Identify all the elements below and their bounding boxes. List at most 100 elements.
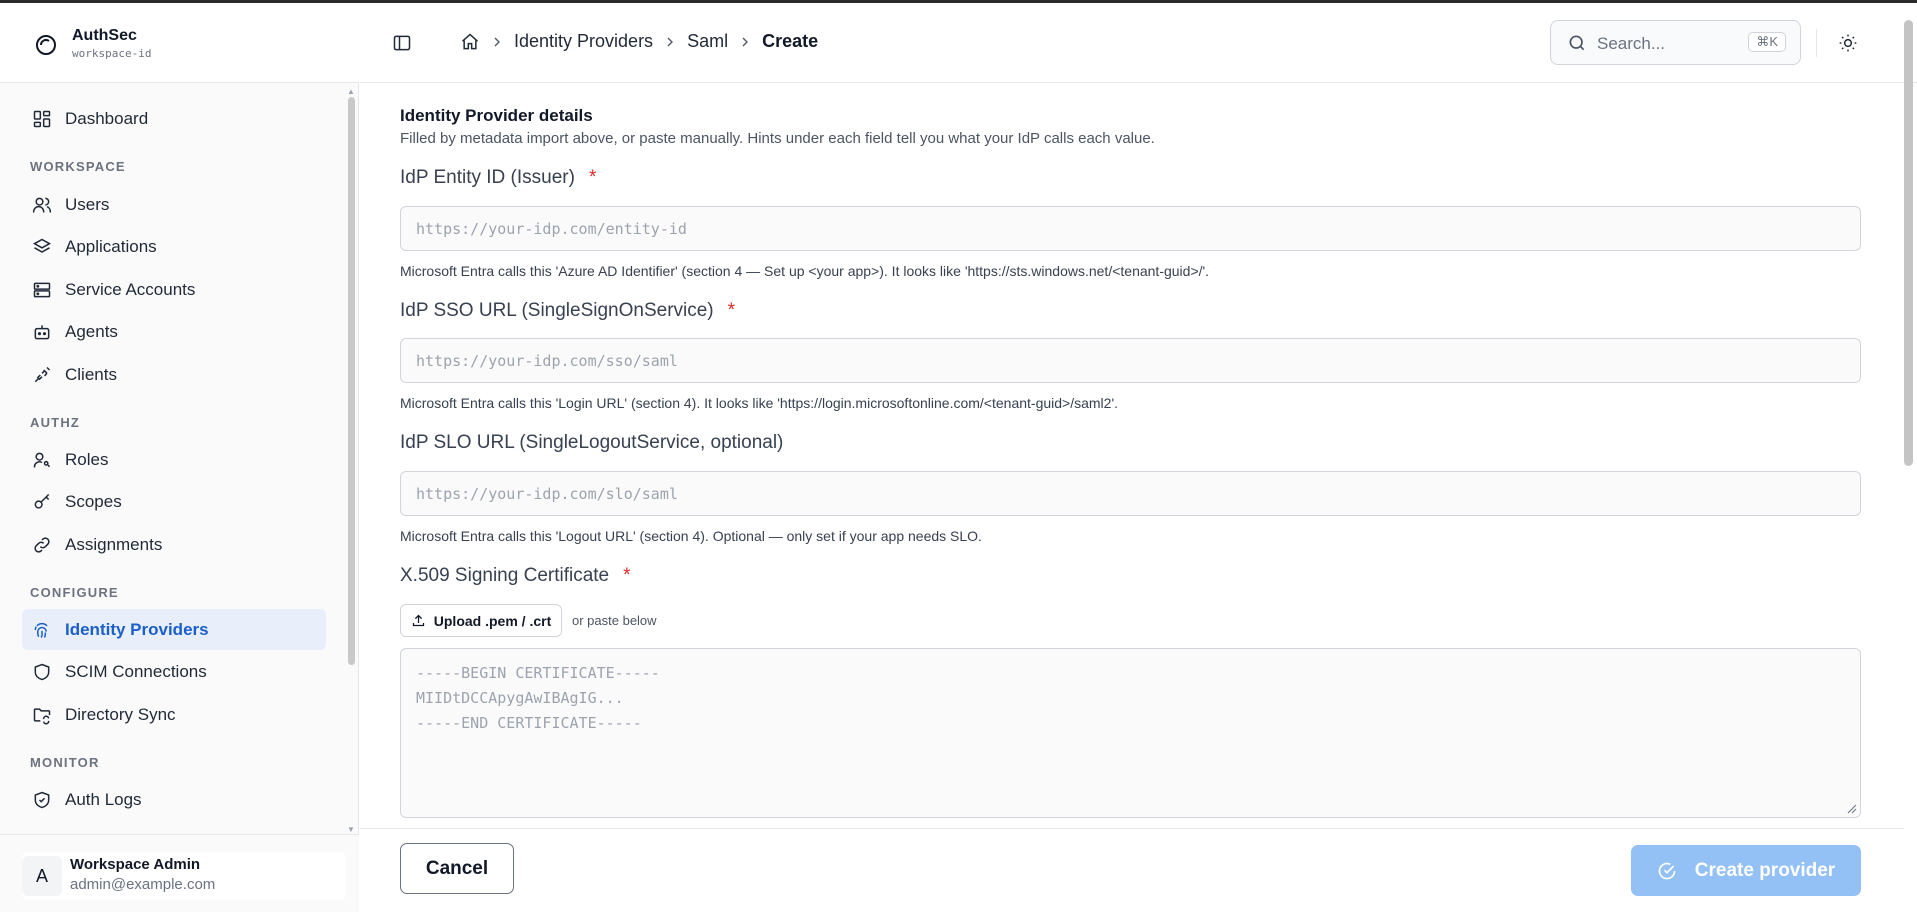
main-content: Identity Provider details Filled by meta… (360, 84, 1904, 830)
form-section-description: Filled by metadata import above, or past… (400, 130, 1155, 147)
sidebar-item-label: Scopes (65, 491, 122, 511)
sidebar-item-roles[interactable]: Roles (22, 439, 326, 480)
sidebar-item-label: Identity Providers (65, 619, 209, 639)
sidebar-item-assignments[interactable]: Assignments (22, 524, 326, 565)
search-icon (1569, 35, 1585, 51)
shield-icon (32, 662, 52, 682)
key-icon (32, 492, 52, 512)
breadcrumb-saml[interactable]: Saml (687, 31, 728, 52)
entity-id-field[interactable]: https://your-idp.com/entity-id (400, 206, 1861, 251)
search-input[interactable]: Search... ⌘K (1550, 20, 1801, 65)
user-name: Workspace Admin (70, 856, 201, 873)
sidebar-nav: Dashboard WORKSPACE Users Applications S… (0, 84, 359, 832)
certificate-textarea[interactable]: -----BEGIN CERTIFICATE----- MIIDtDCCApyg… (400, 648, 1861, 818)
user-menu[interactable]: A Workspace Admin admin@example.com (0, 834, 359, 912)
check-circle-icon (1658, 862, 1676, 879)
upload-icon (412, 614, 424, 627)
sidebar-item-label: Service Accounts (65, 279, 196, 299)
sidebar-scroll-down-arrow[interactable]: ▼ (347, 825, 355, 834)
sidebar-item-label: Applications (65, 236, 157, 256)
section-authz: AUTHZ (30, 415, 81, 430)
sun-icon[interactable] (1838, 33, 1858, 53)
sidebar-item-label: Clients (65, 364, 117, 384)
slo-url-hint: Microsoft Entra calls this 'Logout URL' … (400, 528, 982, 544)
user-key-icon (32, 450, 52, 470)
sidebar-item-identity-providers[interactable]: Identity Providers (22, 609, 326, 650)
plug-icon (32, 365, 52, 385)
sidebar: AuthSec workspace-id Dashboard WORKSPACE… (0, 3, 359, 912)
server-icon (32, 280, 52, 300)
paste-note: or paste below (572, 613, 657, 628)
users-icon (32, 195, 52, 215)
form-footer: Cancel Create provider (360, 828, 1904, 912)
page-scrollbar[interactable] (1904, 20, 1913, 466)
sso-url-hint: Microsoft Entra calls this 'Login URL' (… (400, 395, 1119, 411)
header-divider (1816, 29, 1817, 57)
entity-id-hint: Microsoft Entra calls this 'Azure AD Ide… (400, 263, 1210, 279)
sidebar-scrollbar[interactable] (348, 97, 355, 665)
upload-certificate-button[interactable]: Upload .pem / .crt (400, 604, 562, 637)
user-card[interactable]: A Workspace Admin admin@example.com (22, 852, 346, 900)
sidebar-item-label: Dashboard (65, 108, 149, 128)
search-shortcut-badge: ⌘K (1748, 32, 1786, 52)
sidebar-item-applications[interactable]: Applications (22, 226, 326, 267)
sso-url-field[interactable]: https://your-idp.com/sso/saml (400, 338, 1861, 383)
section-monitor: MONITOR (30, 755, 100, 770)
sidebar-item-label: SCIM Connections (65, 661, 207, 681)
sidebar-item-label: Directory Sync (65, 704, 176, 724)
fingerprint-icon (32, 620, 52, 640)
resize-grip-icon[interactable] (1847, 804, 1857, 814)
link-icon (32, 535, 52, 555)
shield-check-icon (32, 790, 52, 810)
entity-id-label: IdP Entity ID (Issuer) * (400, 167, 596, 189)
entity-id-label-text: IdP Entity ID (Issuer) (400, 167, 575, 188)
sso-url-label: IdP SSO URL (SingleSignOnService) * (400, 300, 735, 322)
chevron-right-icon (737, 34, 753, 50)
cancel-button[interactable]: Cancel (400, 843, 514, 894)
dashboard-icon (32, 109, 52, 129)
slo-url-label-text: IdP SLO URL (SingleLogoutService, option… (400, 432, 784, 453)
sidebar-item-scim-connections[interactable]: SCIM Connections (22, 651, 326, 692)
create-provider-label: Create provider (1694, 859, 1836, 881)
search-placeholder: Search... (1597, 34, 1666, 53)
slo-url-placeholder: https://your-idp.com/slo/saml (416, 484, 678, 503)
bot-icon (32, 322, 52, 342)
sidebar-item-label: Auth Logs (65, 789, 142, 809)
chevron-right-icon (662, 34, 678, 50)
required-mark: * (588, 167, 597, 188)
workspace-id-label: workspace-id (72, 47, 152, 60)
sidebar-toggle-icon[interactable] (392, 33, 412, 53)
sidebar-item-agents[interactable]: Agents (22, 311, 326, 352)
sidebar-item-label: Roles (65, 449, 109, 469)
sidebar-item-dashboard[interactable]: Dashboard (22, 98, 326, 139)
brand-name: AuthSec (72, 27, 137, 44)
breadcrumb-identity-providers[interactable]: Identity Providers (514, 31, 653, 52)
sidebar-item-auth-logs[interactable]: Auth Logs (22, 779, 326, 820)
layers-icon (32, 237, 52, 257)
entity-id-placeholder: https://your-idp.com/entity-id (416, 219, 687, 238)
upload-certificate-label: Upload .pem / .crt (433, 612, 552, 629)
section-workspace: WORKSPACE (30, 159, 126, 174)
required-mark: * (623, 565, 631, 586)
sidebar-item-clients[interactable]: Clients (22, 354, 326, 395)
sidebar-item-scopes[interactable]: Scopes (22, 481, 326, 522)
certificate-label-text: X.509 Signing Certificate (400, 565, 610, 586)
certificate-placeholder-line: -----BEGIN CERTIFICATE----- (416, 664, 660, 682)
sidebar-item-label: Agents (65, 321, 118, 341)
certificate-placeholder-line: -----END CERTIFICATE----- (416, 714, 642, 732)
create-provider-button[interactable]: Create provider (1631, 845, 1861, 896)
chevron-right-icon (489, 34, 505, 50)
top-header: Identity Providers Saml Create Search...… (360, 3, 1917, 83)
sidebar-item-service-accounts[interactable]: Service Accounts (22, 269, 326, 310)
home-icon[interactable] (460, 32, 480, 52)
brand-header[interactable]: AuthSec workspace-id (0, 3, 359, 83)
sidebar-scroll-up-arrow[interactable]: ▲ (347, 87, 355, 96)
sidebar-item-users[interactable]: Users (22, 184, 326, 225)
slo-url-field[interactable]: https://your-idp.com/slo/saml (400, 471, 1861, 516)
sidebar-item-directory-sync[interactable]: Directory Sync (22, 694, 326, 735)
form-section-title: Identity Provider details (400, 106, 593, 125)
folder-sync-icon (32, 705, 52, 725)
sso-url-label-text: IdP SSO URL (SingleSignOnService) (400, 300, 714, 321)
user-email: admin@example.com (70, 876, 216, 893)
slo-url-label: IdP SLO URL (SingleLogoutService, option… (400, 432, 783, 454)
